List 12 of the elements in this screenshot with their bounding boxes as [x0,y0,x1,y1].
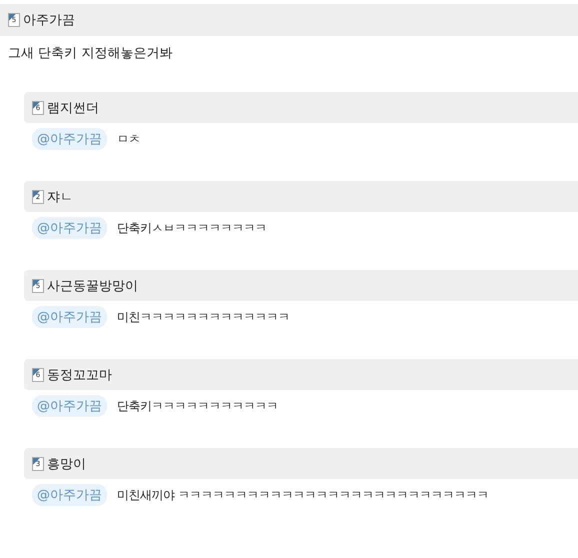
author-name[interactable]: 사근동꿀방망이 [47,276,138,294]
author-name[interactable]: 아주가끔 [23,11,75,29]
reply-text: 단축키ㅅㅂㅋㅋㅋㅋㅋㅋㅋㅋ [117,220,266,236]
author-name[interactable]: 쟈ㄴ [47,188,73,206]
comment-text: 그새 단축키 지정해놓은거봐 [7,45,174,63]
reply-text: 미친ㅋㅋㅋㅋㅋㅋㅋㅋㅋㅋㅋㅋㅋ [117,308,290,326]
author-name[interactable]: 흥망이 [47,454,86,472]
reply-text: 단축키ㅋㅋㅋㅋㅋㅋㅋㅋㅋㅋㅋ [117,398,278,414]
author-name[interactable]: 램지썬더 [47,98,99,116]
reply-text: ㅁㅊ [117,130,140,148]
reply-text: 미친새끼야 ㅋㅋㅋㅋㅋㅋㅋㅋㅋㅋㅋㅋㅋㅋㅋㅋㅋㅋㅋㅋㅋㅋㅋㅋㅋㅋㅋ [117,486,488,504]
author-name[interactable]: 동정꼬꼬마 [47,366,112,384]
